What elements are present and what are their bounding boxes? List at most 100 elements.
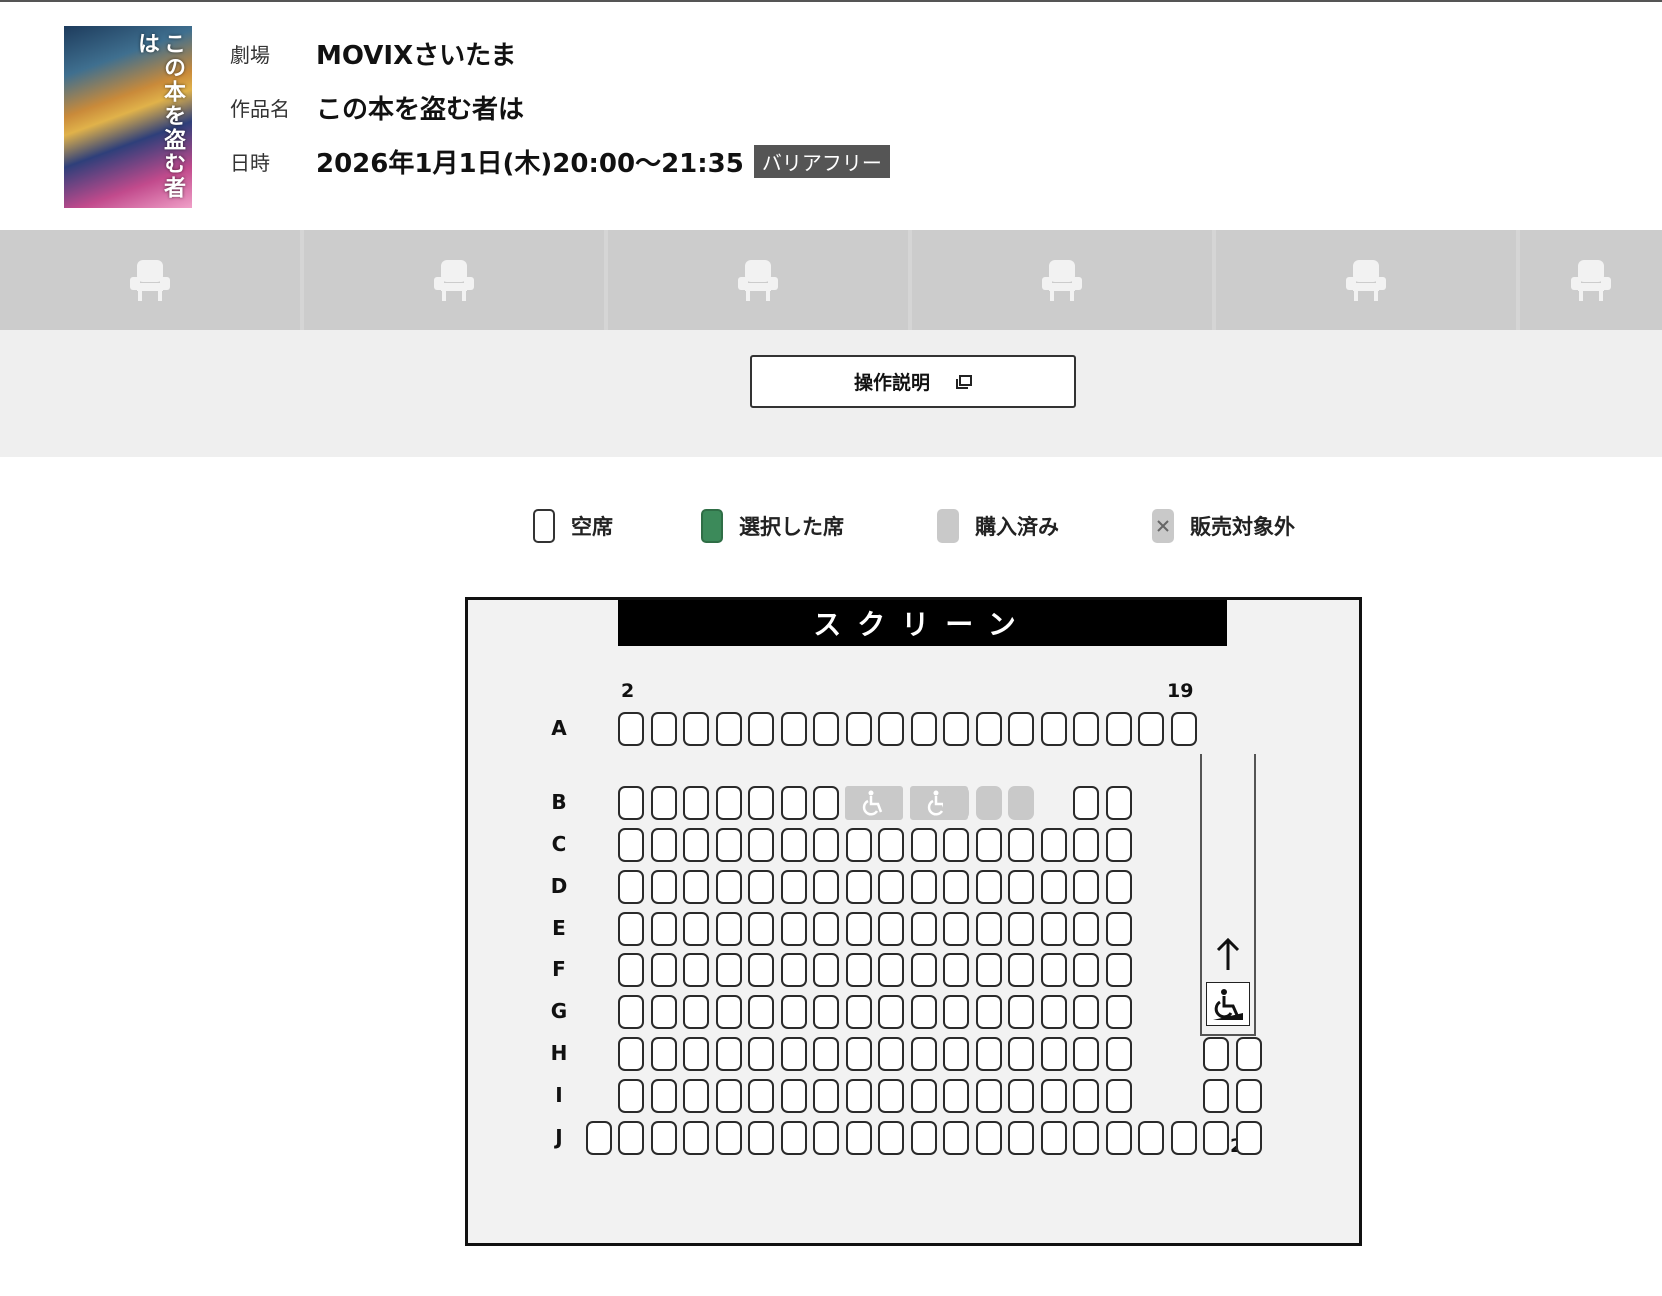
- seat[interactable]: [683, 712, 709, 746]
- seat[interactable]: [1105, 912, 1132, 946]
- seat[interactable]: [1105, 953, 1132, 987]
- seat[interactable]: [813, 1079, 839, 1113]
- seat[interactable]: [1040, 712, 1067, 746]
- seat[interactable]: [1073, 786, 1099, 820]
- seat[interactable]: [1008, 870, 1034, 904]
- seat[interactable]: [1008, 1121, 1034, 1155]
- seat[interactable]: [585, 1121, 612, 1155]
- seat[interactable]: [943, 1079, 969, 1113]
- seat[interactable]: [943, 953, 969, 987]
- seat[interactable]: [618, 1121, 644, 1155]
- seat[interactable]: [975, 712, 1002, 746]
- seat[interactable]: [1073, 1037, 1099, 1071]
- seat[interactable]: [975, 953, 1002, 987]
- seat[interactable]: [1203, 1079, 1229, 1113]
- seat[interactable]: [780, 1079, 807, 1113]
- seat[interactable]: [780, 953, 807, 987]
- seat[interactable]: [813, 912, 839, 946]
- seat[interactable]: [715, 786, 742, 820]
- seat[interactable]: [813, 712, 839, 746]
- seat[interactable]: [683, 1079, 709, 1113]
- seat[interactable]: [748, 953, 774, 987]
- seat[interactable]: [845, 1121, 872, 1155]
- seat[interactable]: [845, 912, 872, 946]
- seat[interactable]: [715, 828, 742, 862]
- seat[interactable]: [878, 953, 904, 987]
- seat[interactable]: [1203, 1121, 1229, 1155]
- seat[interactable]: [1040, 1037, 1067, 1071]
- seat[interactable]: [618, 828, 644, 862]
- seat[interactable]: [1203, 1037, 1229, 1071]
- seat[interactable]: [683, 912, 709, 946]
- seat[interactable]: [650, 786, 677, 820]
- seat[interactable]: [878, 1037, 904, 1071]
- seat[interactable]: [1138, 1121, 1164, 1155]
- seat[interactable]: [910, 1079, 937, 1113]
- seat[interactable]: [715, 1079, 742, 1113]
- seat[interactable]: [650, 870, 677, 904]
- seat[interactable]: [845, 995, 872, 1029]
- seat[interactable]: [910, 828, 937, 862]
- seat[interactable]: [845, 1079, 872, 1113]
- seat[interactable]: [683, 828, 709, 862]
- seat[interactable]: [1138, 712, 1164, 746]
- seat[interactable]: [1105, 828, 1132, 862]
- seat[interactable]: [715, 953, 742, 987]
- seat[interactable]: [1105, 870, 1132, 904]
- seat[interactable]: [943, 995, 969, 1029]
- seat[interactable]: [1008, 1037, 1034, 1071]
- seat[interactable]: [650, 995, 677, 1029]
- seat[interactable]: [715, 1121, 742, 1155]
- seat[interactable]: [650, 1079, 677, 1113]
- seat[interactable]: [683, 953, 709, 987]
- seat[interactable]: [618, 712, 644, 746]
- seat[interactable]: [910, 953, 937, 987]
- seat[interactable]: [650, 953, 677, 987]
- seat[interactable]: [910, 870, 937, 904]
- seat[interactable]: [878, 870, 904, 904]
- seat[interactable]: [618, 1079, 644, 1113]
- seat[interactable]: [1073, 870, 1099, 904]
- seat[interactable]: [650, 828, 677, 862]
- seat[interactable]: [683, 995, 709, 1029]
- seat[interactable]: [683, 786, 709, 820]
- seat[interactable]: [748, 828, 774, 862]
- seat[interactable]: [1040, 953, 1067, 987]
- seat[interactable]: [1073, 712, 1099, 746]
- seat[interactable]: [845, 712, 872, 746]
- seat[interactable]: [1105, 1037, 1132, 1071]
- seat[interactable]: [1073, 1121, 1099, 1155]
- seat[interactable]: [1008, 912, 1034, 946]
- seat[interactable]: [748, 1121, 774, 1155]
- seat[interactable]: [650, 1037, 677, 1071]
- seat[interactable]: [943, 828, 969, 862]
- seat[interactable]: [910, 712, 937, 746]
- seat[interactable]: [780, 995, 807, 1029]
- tab-4[interactable]: [912, 230, 1212, 330]
- seat[interactable]: [975, 995, 1002, 1029]
- seat[interactable]: [780, 712, 807, 746]
- seat[interactable]: [975, 1121, 1002, 1155]
- seat[interactable]: [878, 828, 904, 862]
- seat[interactable]: [910, 912, 937, 946]
- seat[interactable]: [715, 870, 742, 904]
- seat[interactable]: [813, 828, 839, 862]
- seat[interactable]: [1105, 712, 1132, 746]
- seat[interactable]: [878, 995, 904, 1029]
- seat[interactable]: [683, 1037, 709, 1071]
- tab-5[interactable]: [1216, 230, 1516, 330]
- seat[interactable]: [618, 953, 644, 987]
- seat[interactable]: [748, 1037, 774, 1071]
- seat[interactable]: [910, 995, 937, 1029]
- seat[interactable]: [878, 1079, 904, 1113]
- seat[interactable]: [813, 995, 839, 1029]
- seat[interactable]: [878, 1121, 904, 1155]
- seat[interactable]: [780, 786, 807, 820]
- seat[interactable]: [1040, 828, 1067, 862]
- tab-2[interactable]: [304, 230, 604, 330]
- seat[interactable]: [748, 912, 774, 946]
- seat[interactable]: [975, 1037, 1002, 1071]
- seat[interactable]: [975, 912, 1002, 946]
- seat[interactable]: [1040, 1079, 1067, 1113]
- seat[interactable]: [780, 1121, 807, 1155]
